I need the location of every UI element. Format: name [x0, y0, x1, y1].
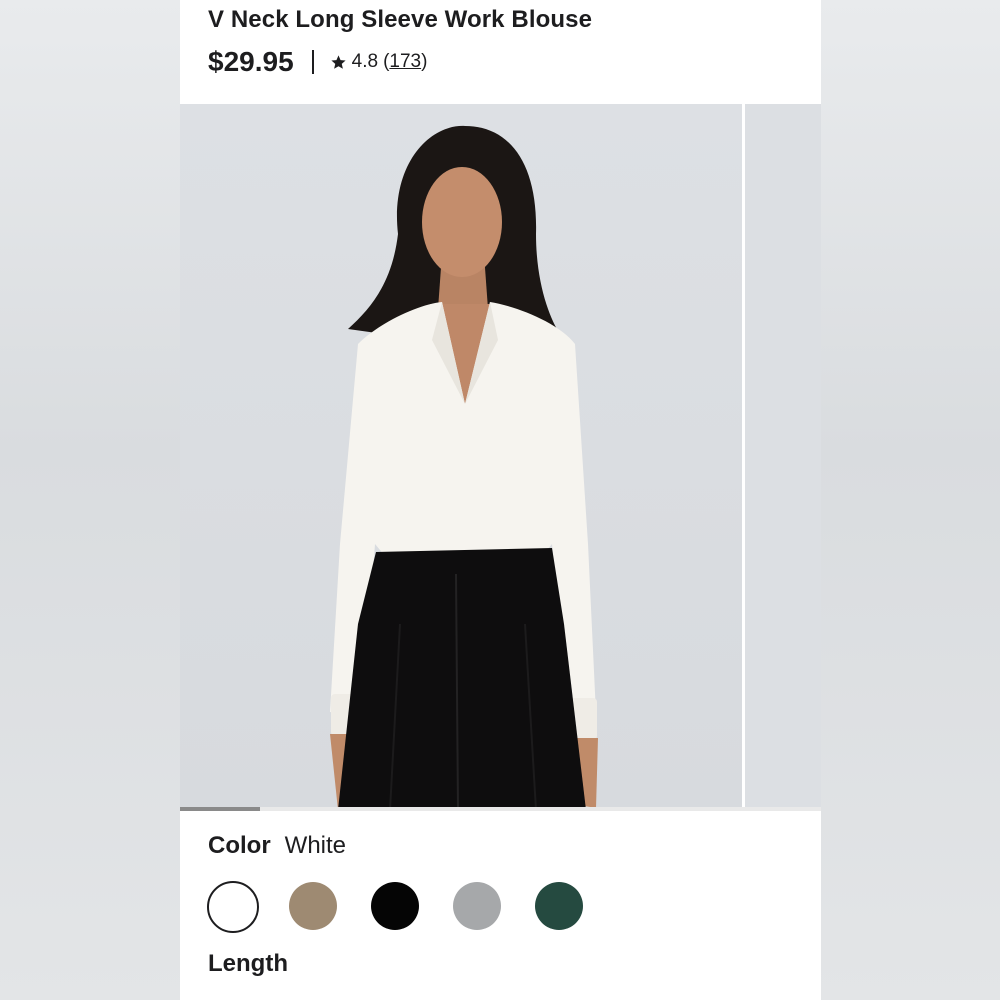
- divider: [311, 50, 314, 74]
- color-label: Color: [208, 832, 271, 859]
- color-selector-header: Color White: [208, 829, 346, 863]
- price-rating-row: $29.95 4.8 (173): [208, 44, 427, 80]
- gallery-progress-fill: [180, 807, 261, 811]
- review-close-paren: ): [421, 51, 428, 72]
- color-swatch-black[interactable]: [371, 882, 419, 930]
- selected-color-name: White: [284, 832, 347, 859]
- model-photo: [180, 104, 742, 810]
- product-image-main[interactable]: [180, 104, 742, 810]
- color-swatch-white[interactable]: [207, 881, 259, 933]
- length-label: Length: [208, 950, 288, 977]
- left-background-blur: [0, 0, 180, 1000]
- color-swatch-dark-green[interactable]: [535, 882, 583, 930]
- color-swatch-taupe[interactable]: [289, 882, 337, 930]
- product-price: $29.95: [208, 46, 294, 77]
- product-panel: V Neck Long Sleeve Work Blouse $29.95 4.…: [180, 0, 821, 1000]
- right-background-blur: [820, 0, 1000, 1000]
- product-title: V Neck Long Sleeve Work Blouse: [208, 6, 593, 33]
- color-swatch-gray[interactable]: [453, 882, 501, 930]
- gallery-progress-bar: [180, 807, 821, 811]
- product-image-gallery[interactable]: [180, 104, 821, 810]
- star-icon: [331, 54, 346, 69]
- rating-value: 4.8: [351, 51, 379, 72]
- review-count-link[interactable]: (173): [383, 51, 427, 73]
- review-count[interactable]: 173: [389, 51, 421, 72]
- product-image-next[interactable]: [745, 104, 821, 810]
